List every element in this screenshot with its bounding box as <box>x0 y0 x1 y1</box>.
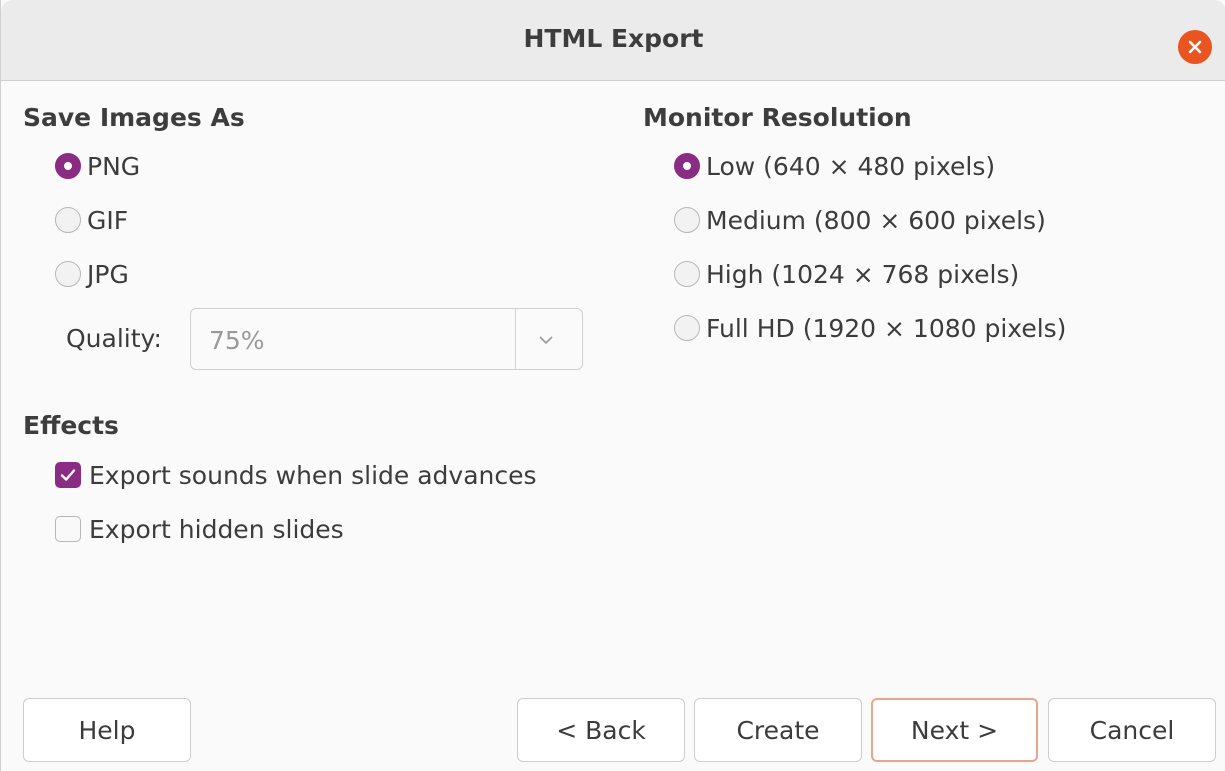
radio-indicator[interactable] <box>55 261 81 287</box>
quality-value: 75% <box>209 326 265 355</box>
radio-label: High (1024 × 768 pixels) <box>706 259 1020 289</box>
radio-res-high[interactable]: High (1024 × 768 pixels) <box>674 254 1019 294</box>
radio-jpg[interactable]: JPG <box>55 254 129 294</box>
radio-indicator[interactable] <box>55 153 81 179</box>
radio-label: Low (640 × 480 pixels) <box>706 151 996 181</box>
checkbox-label: Export sounds when slide advances <box>89 460 537 490</box>
checkbox-export-sounds[interactable]: Export sounds when slide advances <box>55 455 537 495</box>
dropdown-divider <box>515 309 516 369</box>
checkbox-indicator[interactable] <box>55 462 81 488</box>
radio-label: PNG <box>87 151 141 181</box>
radio-indicator[interactable] <box>674 153 700 179</box>
title-bar: HTML Export <box>1 0 1225 81</box>
checkbox-export-hidden-slides[interactable]: Export hidden slides <box>55 509 344 549</box>
monitor-resolution-heading: Monitor Resolution <box>643 103 912 132</box>
radio-indicator[interactable] <box>55 207 81 233</box>
radio-label: Medium (800 × 600 pixels) <box>706 205 1046 235</box>
radio-gif[interactable]: GIF <box>55 200 128 240</box>
checkbox-indicator[interactable] <box>55 516 81 542</box>
radio-res-medium[interactable]: Medium (800 × 600 pixels) <box>674 200 1046 240</box>
radio-indicator[interactable] <box>674 315 700 341</box>
checkbox-label: Export hidden slides <box>89 514 344 544</box>
cancel-button[interactable]: Cancel <box>1048 698 1216 762</box>
radio-res-fullhd[interactable]: Full HD (1920 × 1080 pixels) <box>674 308 1066 348</box>
effects-heading: Effects <box>23 411 119 440</box>
back-button[interactable]: < Back <box>517 698 685 762</box>
radio-res-low[interactable]: Low (640 × 480 pixels) <box>674 146 995 186</box>
radio-indicator[interactable] <box>674 207 700 233</box>
checkmark-icon <box>60 469 76 481</box>
radio-label: Full HD (1920 × 1080 pixels) <box>706 313 1067 343</box>
radio-label: JPG <box>87 259 129 289</box>
next-button[interactable]: Next > <box>871 698 1038 762</box>
radio-indicator[interactable] <box>674 261 700 287</box>
close-icon <box>1188 40 1202 54</box>
close-button[interactable] <box>1178 30 1212 64</box>
html-export-dialog: HTML Export Save Images As PNG GIF JPG Q… <box>0 0 1225 771</box>
save-images-heading: Save Images As <box>23 103 245 132</box>
dialog-title: HTML Export <box>523 24 704 53</box>
radio-png[interactable]: PNG <box>55 146 140 186</box>
radio-label: GIF <box>87 205 129 235</box>
quality-label: Quality: <box>66 324 162 353</box>
create-button[interactable]: Create <box>694 698 862 762</box>
chevron-down-icon[interactable] <box>537 331 555 349</box>
help-button[interactable]: Help <box>23 698 191 762</box>
quality-dropdown[interactable]: 75% <box>190 308 583 370</box>
